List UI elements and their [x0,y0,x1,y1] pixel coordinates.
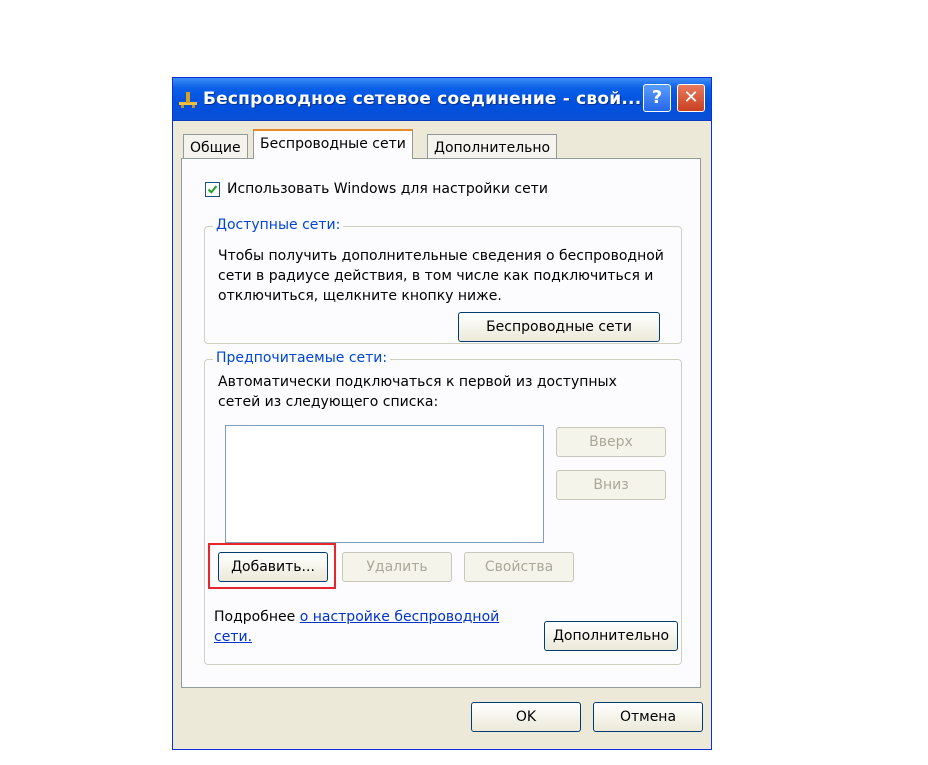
preferred-networks-legend: Предпочитаемые сети: [213,350,391,366]
preferred-networks-list[interactable] [225,425,544,543]
add-button[interactable]: Добавить... [218,552,328,582]
available-description-line2: сети в радиусе действия, в том числе как… [218,268,654,284]
move-down-button[interactable]: Вниз [556,470,666,500]
network-icon [179,92,197,108]
use-windows-label[interactable]: Использовать Windows для настройки сети [227,181,548,197]
more-info-text: Подробнее о настройке беспроводной [214,609,499,625]
cancel-button[interactable]: Отмена [593,702,703,732]
properties-dialog: Беспроводное сетевое соединение - свой..… [172,77,712,750]
more-info-link-part1[interactable]: о настройке беспроводной [300,609,500,625]
tab-wireless-networks[interactable]: Беспроводные сети [253,129,413,159]
tab-general[interactable]: Общие [183,134,248,160]
tab-panel: Использовать Windows для настройки сети … [181,158,701,688]
properties-button[interactable]: Свойства [464,552,574,582]
available-description-line1: Чтобы получить дополнительные сведения о… [218,248,664,264]
ok-button[interactable]: OK [471,702,581,732]
preferred-description-line1: Автоматически подключаться к первой из д… [218,374,617,390]
help-button[interactable]: ? [643,84,671,112]
window-title: Беспроводное сетевое соединение - свой..… [203,89,642,109]
preferred-description-line2: сетей из следующего списка: [218,394,439,410]
title-bar[interactable]: Беспроводное сетевое соединение - свой..… [173,78,711,121]
more-info-link-part2[interactable]: сети. [214,629,252,645]
available-description-line3: отключиться, щелкните кнопку ниже. [218,288,502,304]
use-windows-checkbox[interactable] [205,182,220,197]
close-button[interactable]: ✕ [677,84,705,112]
available-networks-legend: Доступные сети: [213,217,344,233]
advanced-button[interactable]: Дополнительно [544,621,678,651]
move-up-button[interactable]: Вверх [556,427,666,457]
remove-button[interactable]: Удалить [342,552,452,582]
more-info-prefix: Подробнее [214,609,300,625]
check-icon [207,185,218,194]
wireless-networks-button[interactable]: Беспроводные сети [458,312,660,342]
tab-advanced[interactable]: Дополнительно [427,134,558,160]
